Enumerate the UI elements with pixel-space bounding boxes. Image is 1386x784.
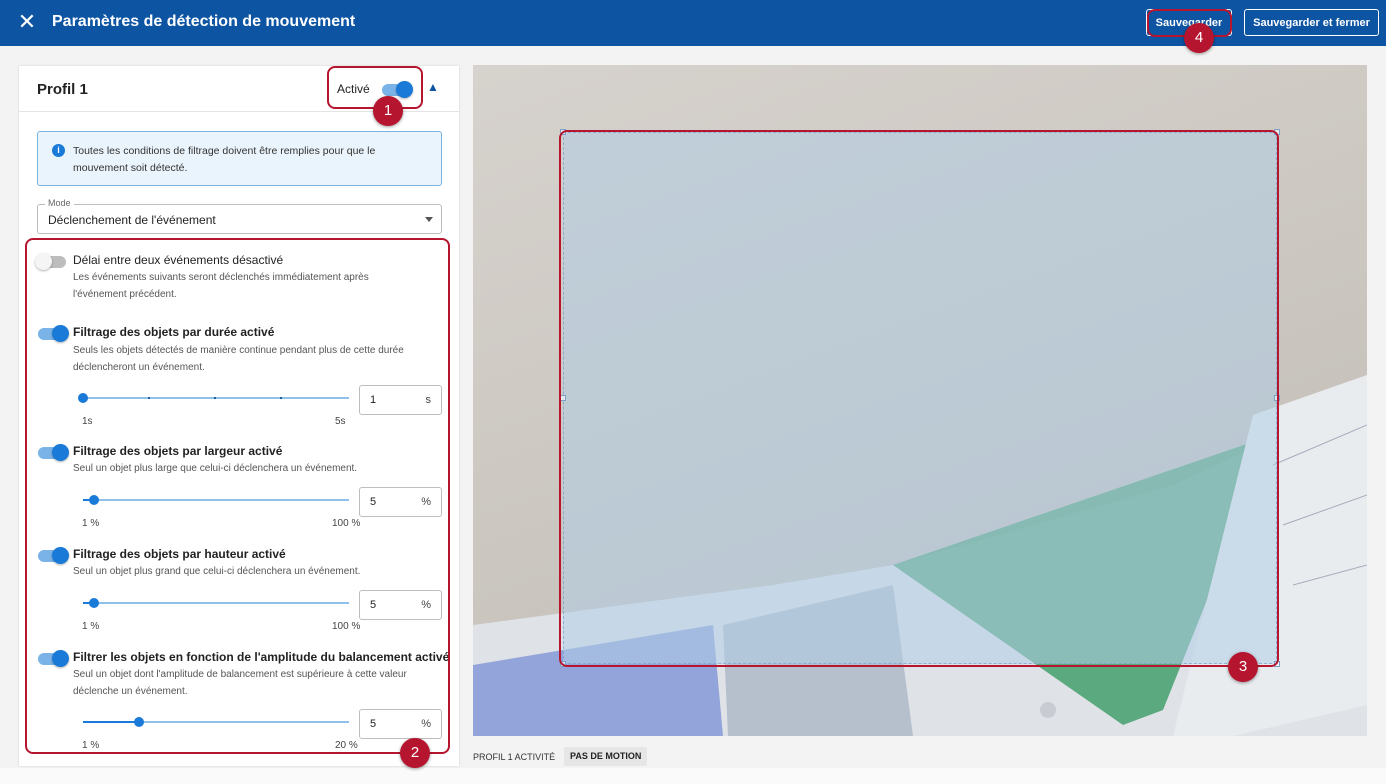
info-banner: i Toutes les conditions de filtrage doiv… xyxy=(37,131,442,186)
callout-badge-4: 4 xyxy=(1184,23,1214,53)
callout-frame-2 xyxy=(25,238,450,754)
save-and-close-button[interactable]: Sauvegarder et fermer xyxy=(1244,9,1379,36)
info-icon: i xyxy=(52,144,65,157)
motion-status-badge: PAS DE MOTION xyxy=(564,747,648,766)
bottom-strip xyxy=(0,768,1386,784)
profile-title: Profil 1 xyxy=(37,81,88,98)
page-title: Paramètres de détection de mouvement xyxy=(52,13,356,30)
chevron-up-icon[interactable]: ▲ xyxy=(425,80,441,96)
info-text: Toutes les conditions de filtrage doiven… xyxy=(73,145,376,174)
close-icon[interactable]: ✕ xyxy=(16,11,38,33)
profile-status: PROFIL 1 ACTIVITÉ xyxy=(473,752,556,762)
callout-frame-3 xyxy=(559,130,1279,667)
mode-value: Déclenchement de l'événement xyxy=(48,213,216,227)
callout-badge-1: 1 xyxy=(373,96,403,126)
callout-badge-3: 3 xyxy=(1228,652,1258,682)
callout-badge-2: 2 xyxy=(400,738,430,768)
chevron-down-icon xyxy=(425,217,433,222)
mode-label: Mode xyxy=(45,198,74,208)
mode-select[interactable]: Mode Déclenchement de l'événement xyxy=(37,198,442,234)
